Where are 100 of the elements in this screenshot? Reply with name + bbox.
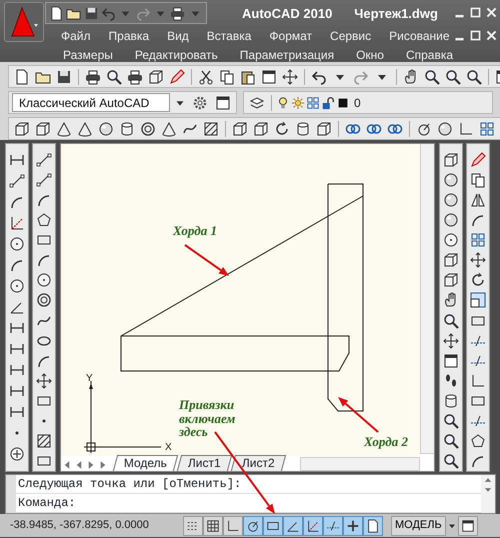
cylinder-icon[interactable]: [119, 120, 135, 136]
close-icon[interactable]: [485, 6, 498, 19]
footprints-icon[interactable]: [443, 372, 459, 389]
dimension-icon[interactable]: [9, 152, 25, 168]
corner-icon[interactable]: [470, 372, 486, 389]
undo-icon[interactable]: [311, 68, 327, 84]
line-icon[interactable]: [36, 172, 52, 188]
layout-tab[interactable]: Лист2: [230, 455, 286, 471]
menu-item[interactable]: Окно: [345, 46, 395, 64]
cube-icon[interactable]: [253, 120, 269, 136]
sun-icon[interactable]: [291, 96, 305, 110]
sphere-icon[interactable]: [443, 172, 459, 188]
squares-icon[interactable]: [470, 232, 486, 248]
cylinder-icon[interactable]: [443, 393, 459, 410]
gear-icon[interactable]: [192, 94, 208, 110]
cube-icon[interactable]: [443, 252, 459, 268]
menu-item[interactable]: Файл: [52, 27, 100, 45]
copy-icon[interactable]: [470, 172, 486, 188]
printer-icon[interactable]: [85, 68, 101, 84]
layout-tab[interactable]: Модель: [112, 455, 178, 471]
squares-icon[interactable]: [479, 120, 495, 136]
menu-item[interactable]: Рисование: [380, 27, 459, 45]
sphere-icon[interactable]: [443, 192, 459, 208]
squares-icon[interactable]: [306, 96, 320, 110]
layer-name[interactable]: 0: [354, 94, 361, 112]
document-icon[interactable]: [49, 6, 64, 20]
pencil-icon[interactable]: [470, 152, 486, 168]
menu-item[interactable]: Параметризация: [228, 46, 346, 64]
line-icon[interactable]: [9, 173, 25, 189]
circle-icon[interactable]: [443, 232, 459, 248]
cube-icon[interactable]: [14, 120, 30, 136]
menu-item[interactable]: Сервис: [321, 27, 380, 45]
workspace-dropdown[interactable]: Классический AutoCAD: [12, 93, 170, 112]
cube-icon[interactable]: [148, 68, 164, 84]
move-icon[interactable]: [443, 332, 459, 349]
move-icon[interactable]: [36, 372, 52, 389]
plus-icon[interactable]: [9, 446, 25, 462]
dimension-icon[interactable]: [9, 404, 25, 420]
magnifier-icon[interactable]: [443, 453, 459, 470]
torus-icon[interactable]: [140, 120, 156, 136]
circle-icon[interactable]: [9, 278, 25, 294]
magnifier-icon[interactable]: [443, 413, 459, 430]
dimension-icon[interactable]: [9, 341, 25, 357]
dimension-icon[interactable]: [9, 383, 25, 399]
menu-item[interactable]: Вид: [158, 27, 198, 45]
printer-icon[interactable]: [170, 6, 186, 20]
clipboard-icon[interactable]: [240, 68, 256, 84]
cube-icon[interactable]: [232, 120, 248, 136]
menu-item[interactable]: Правка: [100, 27, 158, 45]
dimension-icon[interactable]: [9, 320, 25, 336]
panel-grip[interactable]: [6, 475, 16, 513]
scale-icon[interactable]: [470, 292, 486, 308]
layers-icon[interactable]: [249, 94, 265, 110]
torus-icon[interactable]: [36, 292, 52, 308]
copy-icon[interactable]: [219, 68, 235, 84]
sphere-icon[interactable]: [437, 120, 453, 136]
corner-icon[interactable]: [458, 120, 474, 136]
printer-icon[interactable]: [127, 68, 143, 84]
floppy-icon[interactable]: [56, 68, 72, 84]
pentagon-icon[interactable]: [470, 433, 486, 450]
magnifier-icon[interactable]: [445, 68, 461, 84]
circle-icon[interactable]: [36, 272, 52, 288]
cone-icon[interactable]: [77, 120, 93, 136]
maximize-icon[interactable]: [469, 6, 482, 19]
move-icon[interactable]: [470, 252, 486, 268]
mirror-icon[interactable]: [470, 192, 486, 208]
window-icon[interactable]: [261, 68, 277, 84]
model-space-button[interactable]: МОДЕЛЬ: [391, 516, 446, 536]
rotate-icon[interactable]: [470, 272, 486, 288]
menu-item[interactable]: Вставка: [198, 27, 260, 45]
floppy-icon[interactable]: [84, 6, 99, 20]
line-icon[interactable]: [36, 152, 52, 168]
application-button[interactable]: [4, 2, 44, 42]
cube-icon[interactable]: [35, 120, 51, 136]
rotate-icon[interactable]: [274, 120, 290, 136]
hatch-icon[interactable]: [36, 433, 52, 450]
vertical-scrollbar[interactable]: [420, 144, 434, 453]
window-icon[interactable]: [215, 94, 231, 110]
move-icon[interactable]: [282, 68, 298, 84]
scissors-icon[interactable]: [198, 68, 214, 84]
close-icon[interactable]: [485, 29, 498, 42]
menu-item[interactable]: Формат: [260, 27, 322, 45]
bulb-icon[interactable]: [276, 96, 290, 110]
axes-icon[interactable]: [9, 215, 25, 231]
layout-tab[interactable]: Лист1: [176, 455, 232, 471]
menu-item[interactable]: Редактировать: [124, 46, 229, 64]
cylinder-icon[interactable]: [295, 120, 311, 136]
circle-icon[interactable]: [9, 236, 25, 252]
pencil-icon[interactable]: [169, 68, 185, 84]
menu-item[interactable]: Справка: [394, 46, 464, 64]
magnifier-icon[interactable]: [106, 68, 122, 84]
pentagon-icon[interactable]: [36, 212, 52, 228]
window-icon[interactable]: [443, 352, 459, 369]
drawing-area[interactable]: Хорда 1 Хорда 2 Привязки включаем здесь Y X: [61, 144, 420, 456]
cube-icon[interactable]: [443, 152, 459, 168]
cube-icon[interactable]: [316, 120, 332, 136]
horizontal-scrollbar[interactable]: [300, 457, 420, 471]
document-icon[interactable]: [14, 68, 30, 84]
cube-icon[interactable]: [443, 272, 459, 288]
hatch-icon[interactable]: [203, 120, 219, 136]
